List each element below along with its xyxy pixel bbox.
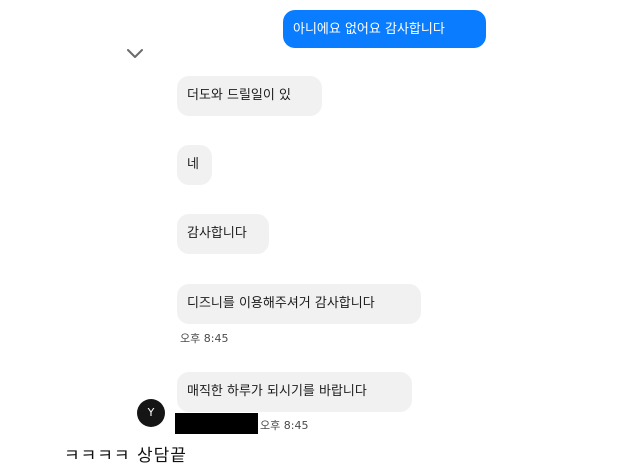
- incoming-message-bubble[interactable]: 네: [177, 145, 212, 185]
- avatar[interactable]: Y: [137, 399, 165, 427]
- message-timestamp: 오후 8:45: [180, 332, 229, 345]
- caption-text: ㅋㅋㅋㅋ 상담끝: [64, 446, 187, 466]
- incoming-message-bubble[interactable]: 더도와 드릴일이 있: [177, 76, 322, 116]
- incoming-message-bubble[interactable]: 감사합니다: [177, 214, 269, 254]
- incoming-message-text: 네: [187, 157, 199, 172]
- avatar-initial: Y: [147, 406, 155, 419]
- outgoing-message-bubble[interactable]: 아니에요 없어요 감사합니다: [283, 10, 486, 48]
- chat-screenshot: 아니에요 없어요 감사합니다 더도와 드릴일이 있 네 감사합니다 디즈니를 이…: [0, 0, 640, 469]
- incoming-message-text: 더도와 드릴일이 있: [187, 88, 291, 103]
- incoming-message-text: 매직한 하루가 되시기를 바랍니다: [187, 384, 367, 399]
- incoming-message-text: 디즈니를 이용해주셔거 감사합니다: [187, 296, 375, 311]
- outgoing-message-text: 아니에요 없어요 감사합니다: [293, 22, 445, 37]
- incoming-message-bubble[interactable]: 매직한 하루가 되시기를 바랍니다: [177, 372, 412, 412]
- incoming-message-text: 감사합니다: [187, 226, 247, 241]
- redacted-name: [175, 413, 258, 434]
- incoming-message-bubble[interactable]: 디즈니를 이용해주셔거 감사합니다: [177, 284, 421, 324]
- chevron-down-icon[interactable]: [126, 48, 144, 60]
- message-timestamp: 오후 8:45: [260, 419, 309, 432]
